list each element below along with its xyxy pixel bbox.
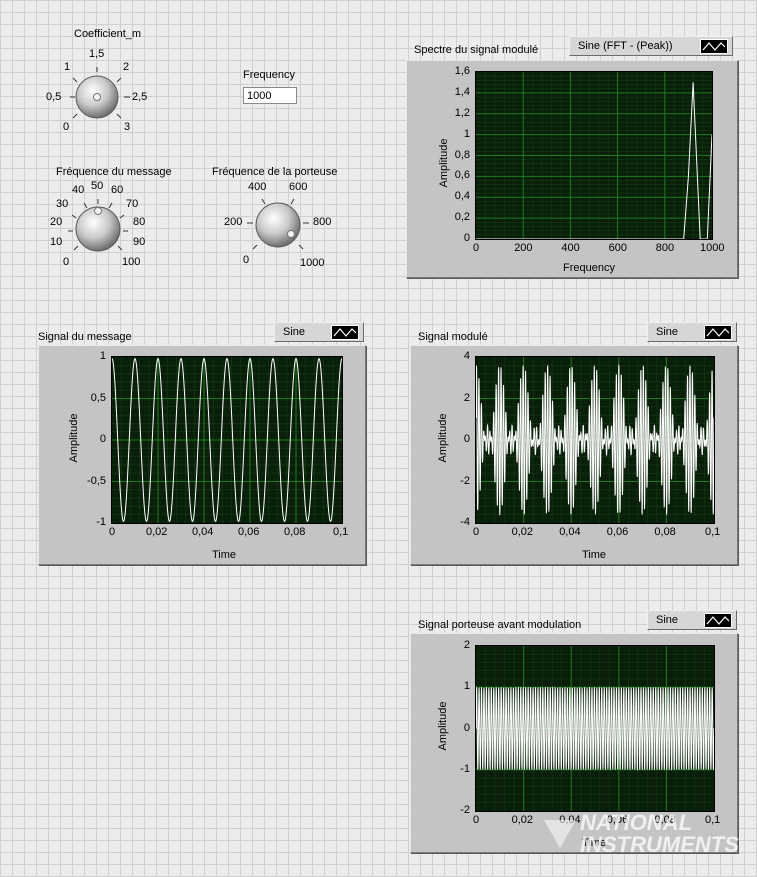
message-y-tick-label: 0,5 — [90, 391, 106, 404]
modulated-legend[interactable]: Sine — [647, 322, 737, 342]
frequency-control-label: Frequency — [243, 69, 295, 81]
sine-trace-icon — [704, 613, 732, 628]
modulated-y-tick-label: -2 — [460, 474, 470, 487]
sine-trace-icon — [700, 39, 728, 54]
sine-trace-icon — [704, 325, 732, 340]
spectrum-chart-title: Spectre du signal modulé — [414, 44, 539, 56]
spectrum-y-tick-label: 0,8 — [454, 148, 470, 161]
carrier-y-tick-label: -2 — [460, 804, 470, 816]
carrier-y-tick-label: 2 — [463, 639, 470, 651]
message-chart-title: Signal du message — [38, 331, 132, 343]
carrier-freq-knob[interactable] — [240, 193, 316, 259]
spectrum-y-tick-label: 1,6 — [454, 65, 470, 77]
spectrum-y-tick-label: 0,2 — [454, 211, 470, 224]
carrier-plot-area[interactable] — [475, 645, 715, 812]
modulated-y-tick-label: -4 — [460, 516, 470, 528]
spectrum-y-tick-label: 1,2 — [454, 106, 470, 119]
message-xlabel: Time — [212, 549, 237, 561]
watermark-text: NATIONAL INSTRUMENTS — [580, 810, 739, 857]
modulated-ylabel: Amplitude — [437, 413, 449, 463]
carrier-trace — [476, 686, 714, 771]
modulated-plot-area[interactable] — [475, 356, 715, 524]
modulated-x-tick-label: 0,06 — [606, 526, 629, 538]
carrier-y-tick-label: 1 — [463, 680, 470, 693]
modulated-x-tick-label: 0 — [473, 526, 480, 538]
ni-logo-icon — [544, 820, 576, 848]
coefficient-scale-1-5: 1,5 — [89, 48, 105, 60]
message-x-tick-label: 0,08 — [284, 526, 306, 538]
spectrum-legend-label: Sine (FFT - (Peak)) — [578, 40, 673, 52]
message-x-tick-label: 0,04 — [192, 526, 214, 538]
message-x-tick-label: 0,06 — [238, 526, 260, 538]
message-y-tick-label: -0,5 — [87, 474, 106, 487]
spectrum-x-tick-label: 800 — [655, 242, 675, 254]
spectrum-trace — [476, 82, 712, 239]
spectrum-x-tick-label: 400 — [561, 242, 580, 254]
spectrum-y-tick-label: 1 — [463, 127, 470, 140]
carrier-ylabel: Amplitude — [437, 701, 449, 751]
modulated-x-tick-label: 0,08 — [654, 526, 676, 538]
carrier-freq-knob-label: Fréquence de la porteuse — [212, 166, 338, 178]
message-x-tick-label: 0,02 — [146, 526, 168, 538]
coefficient-knob[interactable] — [58, 60, 138, 130]
modulated-legend-label: Sine — [656, 326, 679, 338]
carrier-legend-label: Sine — [656, 614, 679, 626]
message-freq-knob[interactable] — [60, 195, 136, 261]
frequency-numeric-input[interactable]: 1000 — [243, 87, 297, 104]
modulated-trace — [476, 364, 714, 516]
message-y-tick-label: -1 — [96, 516, 106, 528]
modulated-y-tick-label: 4 — [463, 350, 470, 362]
message-legend-label: Sine — [283, 326, 306, 338]
coefficient-knob-label: Coefficient_m — [74, 28, 142, 40]
national-instruments-watermark: NATIONAL INSTRUMENTS — [544, 810, 750, 857]
carrier-y-tick-label: -1 — [460, 762, 470, 775]
modulated-x-tick-label: 0,1 — [705, 526, 721, 538]
modulated-x-tick-label: 0,02 — [511, 526, 534, 538]
carrier-freq-scale-400: 400 — [248, 181, 267, 193]
message-x-tick-label: 0,1 — [333, 526, 349, 538]
carrier-chart-title: Signal porteuse avant modulation — [418, 619, 582, 631]
modulated-x-tick-label: 0,04 — [559, 526, 581, 538]
spectrum-legend[interactable]: Sine (FFT - (Peak)) — [569, 36, 733, 56]
modulated-y-tick-label: 0 — [463, 433, 470, 445]
spectrum-x-tick-label: 200 — [514, 242, 533, 254]
spectrum-y-tick-label: 0,4 — [454, 190, 470, 203]
spectrum-x-tick-label: 0 — [473, 242, 480, 254]
modulated-xlabel: Time — [582, 549, 607, 561]
carrier-x-tick-label: 0 — [473, 814, 480, 826]
spectrum-y-tick-label: 1,4 — [454, 85, 470, 98]
carrier-freq-scale-600: 600 — [289, 181, 308, 193]
spectrum-x-tick-label: 1000 — [700, 242, 725, 254]
message-x-tick-label: 0 — [109, 526, 116, 538]
sine-trace-icon — [331, 325, 359, 340]
spectrum-xlabel: Frequency — [563, 262, 615, 274]
message-legend[interactable]: Sine — [274, 322, 364, 342]
message-plot-area[interactable] — [111, 356, 343, 524]
message-y-tick-label: 0 — [99, 433, 106, 445]
spectrum-y-tick-label: 0 — [463, 232, 470, 244]
labview-front-panel: { "knobs": { "coefficient": { "label": "… — [0, 0, 757, 877]
modulated-chart-title: Signal modulé — [418, 331, 488, 343]
message-freq-knob-label: Fréquence du message — [56, 166, 172, 178]
spectrum-ylabel: Amplitude — [438, 138, 450, 188]
carrier-y-tick-label: 0 — [463, 721, 470, 734]
carrier-x-tick-label: 0,02 — [511, 814, 534, 826]
spectrum-y-tick-label: 0,6 — [454, 169, 470, 182]
message-freq-scale-50: 50 — [91, 180, 104, 192]
modulated-y-tick-label: 2 — [463, 391, 470, 404]
message-y-tick-label: 1 — [99, 350, 106, 362]
spectrum-x-tick-label: 600 — [608, 242, 627, 254]
carrier-legend[interactable]: Sine — [647, 610, 737, 630]
spectrum-plot-area[interactable] — [475, 71, 713, 240]
message-ylabel: Amplitude — [68, 413, 80, 463]
